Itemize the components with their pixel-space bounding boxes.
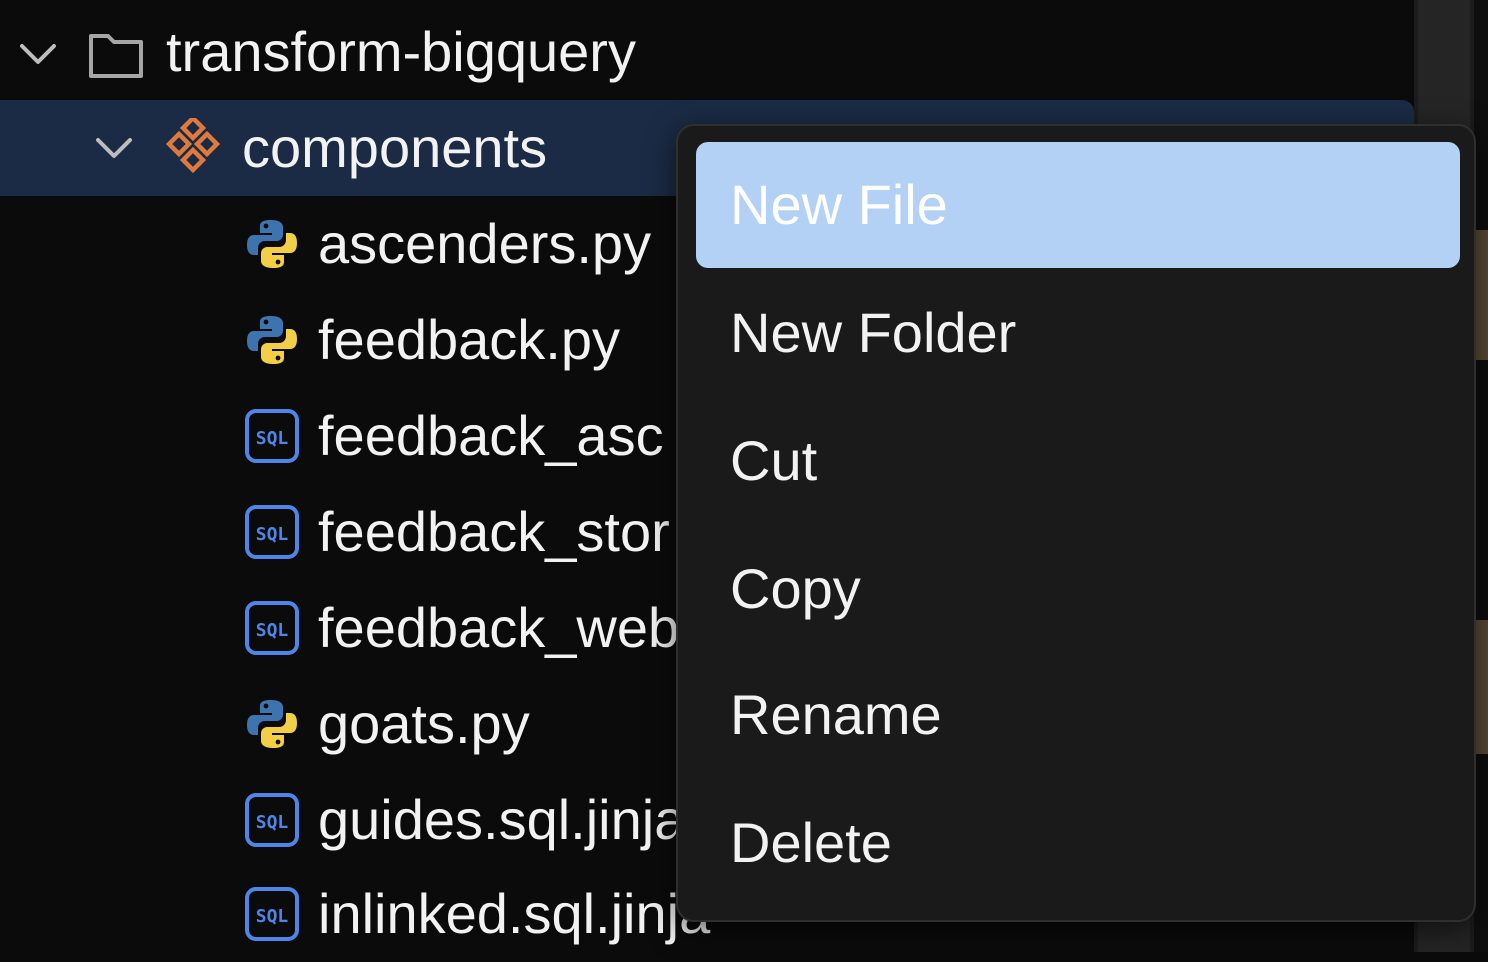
context-menu: New File New Folder Cut Copy Rename Dele… bbox=[676, 124, 1476, 922]
sql-badge-text: SQL bbox=[256, 428, 289, 449]
menu-item-new-folder[interactable]: New Folder bbox=[696, 270, 1460, 396]
sql-badge-text: SQL bbox=[256, 812, 289, 833]
file-label: feedback.py bbox=[318, 308, 620, 371]
file-label: feedback_stor bbox=[318, 500, 670, 563]
tree-row-root-folder[interactable]: transform-bigquery bbox=[0, 4, 1414, 100]
file-label: inlinked.sql.jinja bbox=[318, 882, 711, 945]
components-icon bbox=[165, 118, 221, 174]
sql-badge-text: SQL bbox=[256, 620, 289, 641]
sql-icon: SQL bbox=[245, 887, 299, 941]
file-label: feedback_web bbox=[318, 596, 680, 659]
python-icon bbox=[247, 700, 297, 748]
sql-icon: SQL bbox=[245, 793, 299, 847]
file-label: guides.sql.jinja bbox=[318, 788, 686, 851]
sql-badge-text: SQL bbox=[256, 906, 289, 927]
file-label: feedback_asc bbox=[318, 404, 664, 467]
chevron-down-icon[interactable] bbox=[90, 124, 138, 172]
menu-item-cut[interactable]: Cut bbox=[696, 398, 1460, 524]
root-folder-label: transform-bigquery bbox=[166, 20, 636, 83]
menu-item-rename[interactable]: Rename bbox=[696, 652, 1460, 778]
adjacent-panel-chip bbox=[1476, 620, 1488, 754]
python-icon bbox=[247, 316, 297, 364]
chevron-down-icon[interactable] bbox=[14, 30, 62, 78]
menu-item-label: Copy bbox=[730, 557, 861, 620]
file-label: goats.py bbox=[318, 692, 530, 755]
menu-item-label: Cut bbox=[730, 429, 818, 492]
sql-icon: SQL bbox=[245, 505, 299, 559]
menu-item-delete[interactable]: Delete bbox=[696, 780, 1460, 906]
menu-item-label: New File bbox=[730, 173, 948, 236]
sql-icon: SQL bbox=[245, 601, 299, 655]
components-folder-label: components bbox=[242, 116, 548, 179]
sql-icon: SQL bbox=[245, 409, 299, 463]
python-icon bbox=[247, 220, 297, 268]
menu-item-copy[interactable]: Copy bbox=[696, 526, 1460, 652]
file-label: ascenders.py bbox=[318, 212, 652, 275]
adjacent-panel-edge bbox=[1474, 0, 1488, 952]
menu-item-new-file[interactable]: New File bbox=[696, 142, 1460, 268]
menu-item-label: Rename bbox=[730, 683, 942, 746]
adjacent-panel-chip bbox=[1476, 230, 1488, 360]
menu-item-label: New Folder bbox=[730, 301, 1017, 364]
folder-icon bbox=[89, 34, 143, 78]
sql-badge-text: SQL bbox=[256, 524, 289, 545]
menu-item-label: Delete bbox=[730, 811, 892, 874]
